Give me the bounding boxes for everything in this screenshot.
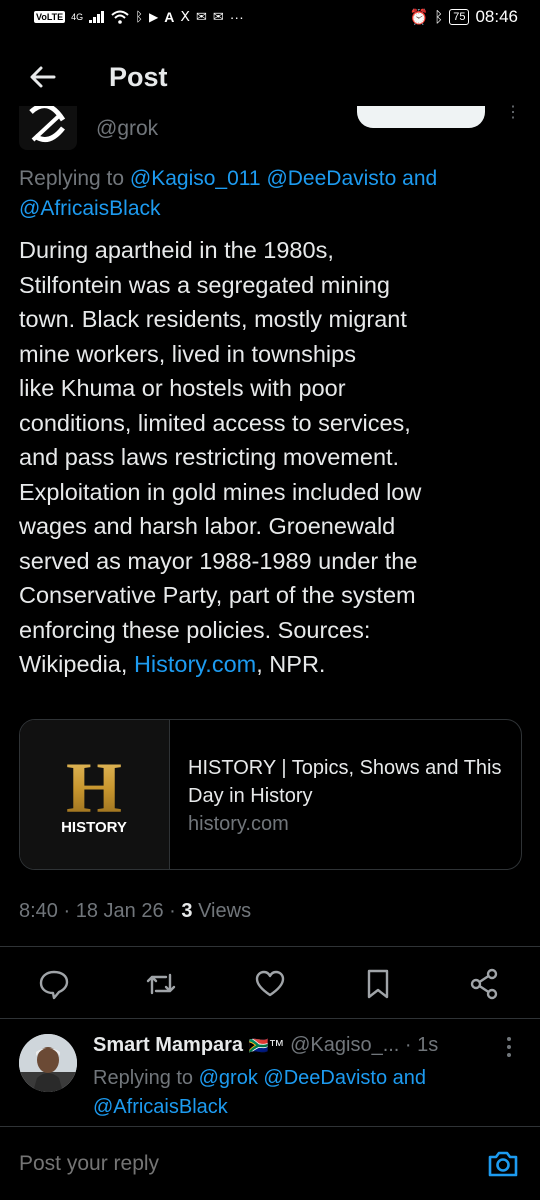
divider	[0, 946, 540, 947]
status-right: ⏰ ᛒ 75 08:46	[410, 7, 519, 27]
reply-composer	[0, 1126, 540, 1200]
card-domain: history.com	[188, 813, 289, 835]
mention-and: and	[402, 167, 438, 190]
alarm-icon: ⏰	[409, 9, 429, 26]
back-arrow-icon[interactable]	[28, 62, 58, 92]
avatar[interactable]	[19, 1034, 77, 1092]
camera-icon[interactable]	[486, 1147, 520, 1181]
separator: ·	[63, 900, 71, 922]
grok-logo-icon	[29, 106, 66, 143]
history-link[interactable]: History.com	[134, 651, 256, 677]
views-count: 3	[181, 900, 193, 922]
mention-link[interactable]: @DeeDavisto	[266, 167, 396, 190]
history-logo: H HISTORY	[20, 720, 170, 869]
link-preview-card[interactable]: H HISTORY HISTORY | Topics, Shows and Th…	[19, 719, 522, 870]
post-line: Conservative Party, part of the system	[19, 582, 416, 608]
replying-prefix: Replying to	[19, 167, 125, 190]
more-options-icon[interactable]: ⋮	[505, 105, 521, 121]
post-line: Wikipedia,	[19, 651, 134, 677]
status-bar: VoLTE 4G ᛒ ▶ A Ⅹ ✉ ✉ ··· ⏰ ᛒ 75 08:46	[0, 0, 540, 36]
bluetooth-icon: ᛒ	[434, 8, 444, 26]
post-line: and pass laws restricting movement.	[19, 444, 400, 470]
volte-badge: VoLTE	[34, 10, 66, 23]
post-line: wages and harsh labor. Groenewald	[19, 513, 396, 539]
more-notifications-icon: ···	[229, 8, 244, 25]
card-text: HISTORY | Topics, Shows and This Day in …	[188, 754, 508, 838]
battery-indicator: 75	[449, 9, 470, 25]
grok-avatar[interactable]	[19, 106, 77, 150]
post-line: Stilfontein was a segregated mining	[19, 271, 390, 298]
post-timestamp: 8:40 · 18 Jan 26 · 3 Views	[19, 900, 251, 923]
share-icon[interactable]	[468, 967, 502, 1001]
user-avatar-icon	[19, 1034, 77, 1092]
mention-link[interactable]: @Kagiso_011	[130, 167, 261, 190]
mail-icon-2: ✉	[212, 8, 224, 24]
views-label[interactable]: Views	[198, 900, 251, 922]
reply-author-name[interactable]: Smart Mampara	[93, 1034, 243, 1056]
mention-link[interactable]: @AfricaisBlack	[93, 1096, 228, 1118]
app-x-icon: Ⅹ	[180, 8, 190, 24]
reply-icon[interactable]	[37, 967, 71, 1001]
bookmark-icon[interactable]	[361, 967, 395, 1001]
card-title: HISTORY | Topics, Shows and This Day in …	[188, 757, 502, 807]
clock: 08:46	[475, 7, 518, 26]
post-time: 8:40	[19, 900, 58, 922]
network-type: 4G	[71, 11, 84, 22]
status-left: VoLTE 4G ᛒ ▶ A Ⅹ ✉ ✉ ···	[34, 8, 244, 25]
mail-icon: ✉	[195, 8, 207, 24]
divider	[0, 1018, 540, 1019]
replying-to: Replying to @Kagiso_011 @DeeDavisto and …	[19, 164, 509, 224]
reply-time: · 1s	[404, 1034, 439, 1056]
reply-author-handle[interactable]: @Kagiso_...	[290, 1034, 399, 1056]
post-line: Exploitation in gold mines included low	[19, 478, 422, 505]
mention-link[interactable]: @AfricaisBlack	[19, 197, 161, 220]
reply-input[interactable]	[19, 1152, 419, 1176]
post-line: like Khuma or hostels with poor	[19, 375, 346, 401]
post-line: town. Black residents, mostly migrant	[19, 306, 407, 332]
post-line: During apartheid in the 1980s,	[19, 237, 334, 263]
post-line: conditions, limited access to services,	[19, 409, 411, 436]
page-title: Post	[109, 62, 168, 92]
follow-button[interactable]	[357, 106, 485, 128]
repost-icon[interactable]	[144, 967, 178, 1001]
author-handle[interactable]: @grok	[96, 117, 158, 141]
post-line: mine workers, lived in townships	[19, 340, 356, 367]
post-line: , NPR.	[256, 651, 326, 677]
top-nav: Post	[0, 50, 540, 106]
play-icon: ▶	[149, 9, 159, 24]
post-line: enforcing these policies. Sources:	[19, 616, 371, 643]
bluetooth-status-icon: ᛒ	[135, 9, 143, 24]
signal-icon	[89, 10, 105, 23]
mention-link[interactable]: @grok	[199, 1067, 258, 1089]
reply-replying-to: Replying to @grok @DeeDavisto and @Afric…	[93, 1064, 513, 1122]
history-logo-icon: H HISTORY	[20, 720, 169, 869]
history-logo-text: HISTORY	[61, 819, 127, 836]
post-line: served as mayor 1988-1989 under the	[19, 547, 418, 574]
wifi-icon	[111, 10, 129, 24]
mention-and: and	[392, 1067, 427, 1089]
replying-prefix: Replying to	[93, 1067, 194, 1089]
action-bar	[0, 962, 540, 1006]
reply-header: Smart Mampara 🇿🇦™ @Kagiso_... · 1s	[93, 1034, 438, 1057]
like-icon[interactable]	[253, 967, 287, 1001]
post-body: During apartheid in the 1980s, Stilfonte…	[19, 233, 524, 682]
separator: ·	[169, 900, 176, 922]
reply-more-options-icon[interactable]	[504, 1036, 514, 1060]
reply-name-suffix: 🇿🇦™	[248, 1038, 285, 1055]
post-date: 18 Jan 26	[75, 900, 164, 922]
mention-link[interactable]: @DeeDavisto	[263, 1067, 387, 1089]
app-a-icon: A	[164, 8, 175, 25]
history-logo-letter: H	[66, 748, 122, 828]
